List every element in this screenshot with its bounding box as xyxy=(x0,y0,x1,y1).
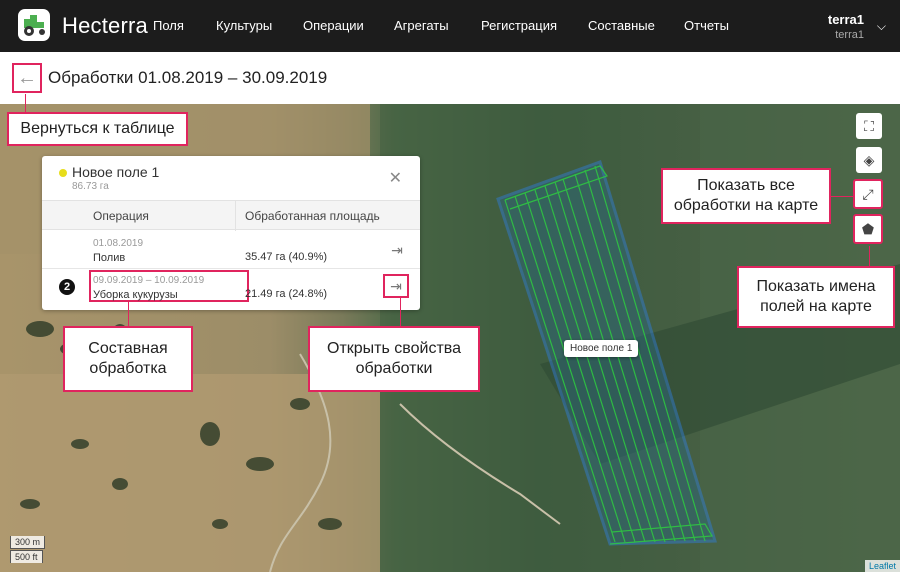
row-operation: Уборка кукурузы xyxy=(93,289,178,301)
callout-back: Вернуться к таблице xyxy=(7,112,188,146)
top-navbar: Hecterra Поля Культуры Операции Агрегаты… xyxy=(0,0,900,52)
nav-crops[interactable]: Культуры xyxy=(216,18,272,33)
callout-show-all: Показать все обработки на карте xyxy=(661,168,831,224)
table-header: Операция Обработанная площадь xyxy=(42,200,420,231)
table-row[interactable]: 2 09.09.2019 – 10.09.2019 Уборка кукуруз… xyxy=(42,268,420,306)
row-operation: Полив xyxy=(93,252,126,264)
tag-icon[interactable]: ⬟ xyxy=(853,214,883,244)
popup-field-area: 86.73 га xyxy=(72,181,109,192)
nav-units[interactable]: Агрегаты xyxy=(394,18,449,33)
header-area: Обработанная площадь xyxy=(245,209,380,223)
open-properties-icon[interactable]: ⇥ xyxy=(383,274,409,298)
user-name: terra1 xyxy=(827,12,864,27)
tractor-logo-icon[interactable] xyxy=(18,9,50,41)
nav-fields[interactable]: Поля xyxy=(153,18,184,33)
chevron-down-icon[interactable]: ⌵ xyxy=(877,19,886,34)
nav-reports[interactable]: Отчеты xyxy=(684,18,729,33)
callout-open-props: Открыть свойства обработки xyxy=(308,326,480,392)
row-area: 21.49 га (24.8%) xyxy=(245,288,328,300)
callout-connector xyxy=(830,196,854,197)
nav-composite[interactable]: Составные xyxy=(588,18,655,33)
row-date: 09.09.2019 – 10.09.2019 xyxy=(93,275,205,286)
row-date: 01.08.2019 xyxy=(93,238,144,249)
layers-icon[interactable]: ◈ xyxy=(856,147,882,173)
callout-connector xyxy=(25,94,26,114)
callout-show-names: Показать имена полей на карте xyxy=(737,266,895,328)
callout-composite: Составная обработка xyxy=(63,326,193,392)
attribution-link[interactable]: Leaflet xyxy=(864,560,900,572)
column-divider xyxy=(235,201,236,231)
expand-icon[interactable]: ⤢ xyxy=(853,179,883,209)
close-icon[interactable]: ✕ xyxy=(389,168,402,188)
user-sub: terra1 xyxy=(835,29,864,41)
nav-registration[interactable]: Регистрация xyxy=(481,18,557,33)
back-button[interactable]: ← xyxy=(12,63,42,93)
field-label: Новое поле 1 xyxy=(564,340,639,357)
fullscreen-icon[interactable]: ⛶ xyxy=(856,113,882,139)
page-title: Обработки 01.08.2019 – 30.09.2019 xyxy=(48,68,328,87)
brand-name: Hecterra xyxy=(62,13,148,38)
field-color-dot xyxy=(59,169,67,177)
header-operation: Операция xyxy=(93,209,149,223)
scale-metric: 300 m xyxy=(10,536,46,549)
callout-connector xyxy=(400,298,401,326)
page-header: ← Обработки 01.08.2019 – 30.09.2019 xyxy=(0,52,900,104)
popup-field-name: Новое поле 1 xyxy=(72,164,160,180)
composite-badge: 2 xyxy=(59,279,75,295)
field-popup: Новое поле 1 86.73 га ✕ Операция Обработ… xyxy=(42,156,420,310)
nav-operations[interactable]: Операции xyxy=(303,18,364,33)
open-properties-icon[interactable]: ⇥ xyxy=(387,240,407,260)
callout-connector xyxy=(869,246,870,266)
user-menu[interactable]: terra1 terra1 xyxy=(828,12,864,41)
callout-connector xyxy=(128,300,129,326)
table-row[interactable]: 01.08.2019 Полив 35.47 га (40.9%) ⇥ xyxy=(42,232,420,270)
arrow-left-icon: ← xyxy=(17,67,37,89)
row-area: 35.47 га (40.9%) xyxy=(245,251,328,263)
scale-imperial: 500 ft xyxy=(10,550,43,563)
